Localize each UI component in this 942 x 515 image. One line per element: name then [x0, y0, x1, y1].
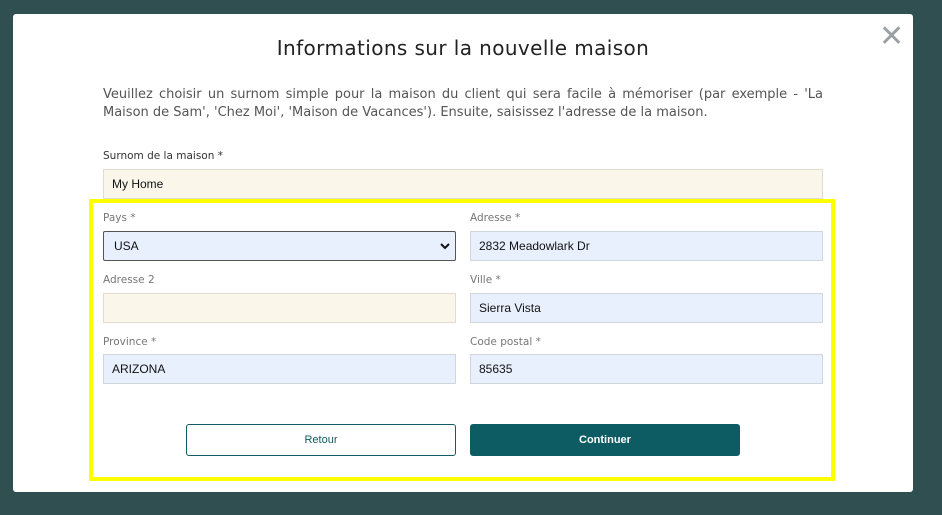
province-input[interactable]: ARIZONA	[103, 354, 456, 384]
address-label: Adresse *	[470, 212, 521, 224]
postal-code-label: Code postal *	[470, 336, 541, 348]
province-label: Province *	[103, 336, 157, 348]
address2-input[interactable]	[103, 293, 456, 323]
city-input[interactable]: Sierra Vista	[470, 293, 823, 323]
intro-text: Veuillez choisir un surnom simple pour l…	[103, 87, 823, 120]
address-input[interactable]: 2832 Meadowlark Dr	[470, 231, 823, 261]
country-select-value: USA	[114, 239, 139, 253]
back-button[interactable]: Retour	[186, 424, 456, 456]
nickname-label: Surnom de la maison *	[103, 150, 223, 162]
address2-label: Adresse 2	[103, 274, 155, 286]
country-select[interactable]: USA	[103, 231, 456, 261]
country-label: Pays *	[103, 212, 136, 224]
modal-title: Informations sur la nouvelle maison	[276, 36, 650, 60]
postal-code-input[interactable]: 85635	[470, 354, 823, 384]
modal-dialog: ✕ Informations sur la nouvelle maison Ve…	[13, 14, 913, 492]
city-label: Ville *	[470, 274, 501, 286]
chevron-down-icon	[440, 243, 450, 250]
continue-button[interactable]: Continuer	[470, 424, 740, 456]
nickname-input[interactable]: My Home	[103, 169, 823, 199]
